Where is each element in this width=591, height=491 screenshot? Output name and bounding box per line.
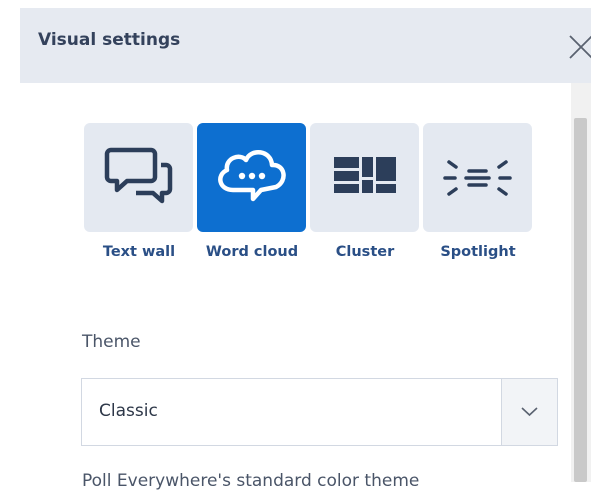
close-icon (569, 35, 591, 59)
visual-type-label-word-cloud[interactable]: Word cloud (192, 244, 312, 260)
spotlight-icon (443, 160, 512, 196)
visual-type-word-cloud[interactable] (197, 123, 306, 232)
close-button[interactable] (566, 32, 591, 62)
theme-description: Poll Everywhere's standard color theme (82, 471, 420, 491)
panel-header: Visual settings (20, 8, 591, 83)
visual-type-cluster[interactable] (310, 123, 419, 232)
chevron-down-icon (521, 407, 538, 417)
panel-title: Visual settings (38, 30, 181, 50)
theme-select[interactable]: Classic (81, 378, 558, 446)
visual-type-label-text-wall[interactable]: Text wall (79, 244, 199, 260)
speech-bubbles-icon (104, 147, 173, 204)
scrollbar-thumb[interactable] (574, 118, 587, 482)
visual-type-text-wall[interactable] (84, 123, 193, 232)
visual-type-label-cluster[interactable]: Cluster (305, 244, 425, 260)
cloud-chat-icon (218, 150, 286, 202)
visual-type-label-spotlight[interactable]: Spotlight (418, 244, 538, 260)
theme-dropdown-toggle[interactable] (501, 379, 557, 445)
theme-label: Theme (82, 332, 141, 352)
theme-select-value: Classic (99, 401, 158, 421)
visual-type-spotlight[interactable] (423, 123, 532, 232)
cluster-blocks-icon (334, 157, 396, 193)
